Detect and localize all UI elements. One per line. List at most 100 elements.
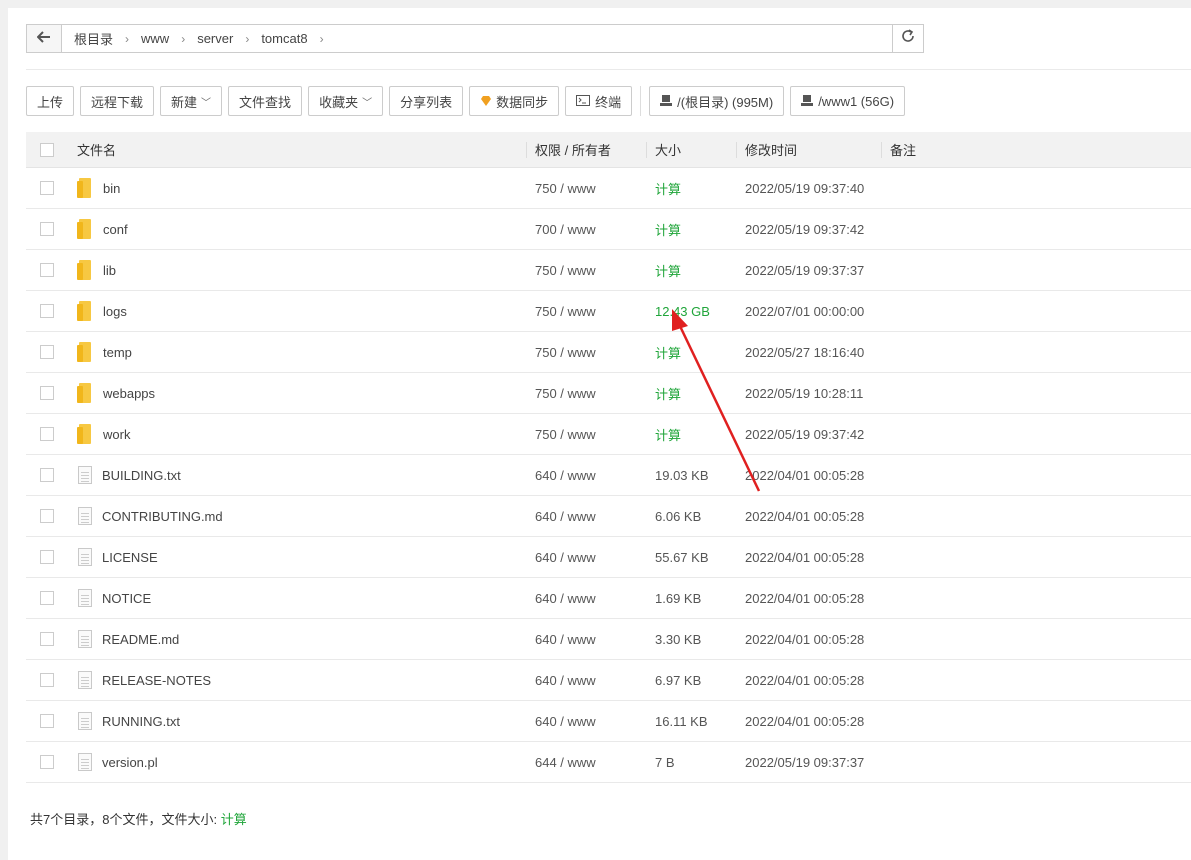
table-row[interactable]: logs 750 / www 12.43 GB 2022/07/01 00:00:00 — [26, 291, 1191, 332]
chevron-right-icon: › — [245, 31, 250, 46]
table-row[interactable]: RELEASE-NOTES 640 / www 6.97 KB 2022/04/01 … — [26, 660, 1191, 701]
file-name[interactable]: lib — [103, 263, 116, 278]
file-perm[interactable]: 640 / www — [526, 550, 646, 565]
file-size[interactable]: 计算 — [646, 343, 736, 362]
file-perm[interactable]: 750 / www — [526, 386, 646, 401]
favorites-dropdown-button[interactable]: 收藏夹 ﹀ — [308, 86, 384, 116]
file-size[interactable]: 计算 — [646, 220, 736, 239]
file-name[interactable]: NOTICE — [102, 591, 151, 606]
file-size[interactable]: 计算 — [646, 179, 736, 198]
file-name[interactable]: logs — [103, 304, 127, 319]
row-checkbox[interactable] — [40, 263, 54, 277]
table-row[interactable]: webapps 750 / www 计算 2022/05/19 10:28:11 — [26, 373, 1191, 414]
table-row[interactable]: RUNNING.txt 640 / www 16.11 KB 2022/04/01 0… — [26, 701, 1191, 742]
breadcrumb-server[interactable]: server — [193, 31, 237, 46]
file-perm[interactable]: 640 / www — [526, 632, 646, 647]
row-checkbox[interactable] — [40, 468, 54, 482]
file-perm[interactable]: 750 / www — [526, 263, 646, 278]
row-checkbox[interactable] — [40, 550, 54, 564]
file-name[interactable]: LICENSE — [102, 550, 158, 565]
folder-icon — [77, 260, 93, 280]
row-checkbox[interactable] — [40, 591, 54, 605]
table-row[interactable]: NOTICE 640 / www 1.69 KB 2022/04/01 00:05:2… — [26, 578, 1191, 619]
file-perm[interactable]: 644 / www — [526, 755, 646, 770]
refresh-button[interactable] — [892, 25, 923, 52]
column-divider — [526, 142, 527, 158]
new-dropdown-button[interactable]: 新建 ﹀ — [160, 86, 223, 116]
folder-icon — [77, 342, 93, 362]
file-search-button[interactable]: 文件查找 — [228, 86, 303, 116]
row-checkbox[interactable] — [40, 714, 54, 728]
file-perm[interactable]: 640 / www — [526, 509, 646, 524]
row-checkbox[interactable] — [40, 181, 54, 195]
file-name[interactable]: CONTRIBUTING.md — [102, 509, 223, 524]
file-name[interactable]: README.md — [102, 632, 179, 647]
file-size[interactable]: 计算 — [646, 261, 736, 280]
file-icon — [78, 753, 92, 771]
file-perm[interactable]: 750 / www — [526, 427, 646, 442]
table-row[interactable]: README.md 640 / www 3.30 KB 2022/04/01 00:0… — [26, 619, 1191, 660]
column-divider — [736, 142, 737, 158]
row-checkbox[interactable] — [40, 304, 54, 318]
file-size[interactable]: 计算 — [646, 425, 736, 444]
file-mtime: 2022/05/19 09:37:40 — [745, 180, 865, 196]
disk-www-button[interactable]: /www1 (56G) — [790, 86, 906, 116]
disk-root-button[interactable]: /(根目录) (995M) — [649, 86, 785, 116]
table-row[interactable]: bin 750 / www 计算 2022/05/19 09:37:40 — [26, 168, 1191, 209]
file-perm[interactable]: 750 / www — [526, 345, 646, 360]
file-name[interactable]: bin — [103, 181, 120, 196]
file-perm[interactable]: 700 / www — [526, 222, 646, 237]
file-icon — [78, 712, 92, 730]
table-row[interactable]: temp 750 / www 计算 2022/05/27 18:16:40 — [26, 332, 1191, 373]
table-row[interactable]: BUILDING.txt 640 / www 19.03 KB 2022/04/01 … — [26, 455, 1191, 496]
header-time[interactable]: 修改时间 — [736, 140, 881, 159]
file-perm[interactable]: 640 / www — [526, 673, 646, 688]
terminal-icon — [576, 94, 591, 109]
table-row[interactable]: lib 750 / www 计算 2022/05/19 09:37:37 — [26, 250, 1191, 291]
file-name[interactable]: version.pl — [102, 755, 158, 770]
terminal-button[interactable]: 终端 — [565, 86, 633, 116]
data-sync-button[interactable]: 数据同步 — [469, 86, 560, 116]
row-checkbox[interactable] — [40, 755, 54, 769]
upload-button[interactable]: 上传 — [26, 86, 75, 116]
table-row[interactable]: conf 700 / www 计算 2022/05/19 09:37:42 — [26, 209, 1191, 250]
breadcrumb-www[interactable]: www — [137, 31, 173, 46]
table-row[interactable]: CONTRIBUTING.md 640 / www 6.06 KB 2022/04/0… — [26, 496, 1191, 537]
file-size[interactable]: 12.43 GB — [646, 304, 736, 319]
file-name[interactable]: conf — [103, 222, 128, 237]
header-perm[interactable]: 权限 / 所有者 — [526, 140, 646, 159]
file-perm[interactable]: 640 / www — [526, 468, 646, 483]
file-perm[interactable]: 750 / www — [526, 181, 646, 196]
header-size[interactable]: 大小 — [646, 140, 736, 159]
breadcrumb-tomcat8[interactable]: tomcat8 — [257, 31, 311, 46]
table-row[interactable]: version.pl 644 / www 7 B 2022/05/19 09:37:3… — [26, 742, 1191, 783]
row-checkbox[interactable] — [40, 427, 54, 441]
row-checkbox[interactable] — [40, 673, 54, 687]
file-perm[interactable]: 640 / www — [526, 591, 646, 606]
file-size[interactable]: 计算 — [646, 384, 736, 403]
breadcrumb-root[interactable]: 根目录 — [70, 29, 117, 48]
header-name[interactable]: 文件名 — [68, 140, 526, 159]
file-name[interactable]: temp — [103, 345, 132, 360]
file-name[interactable]: BUILDING.txt — [102, 468, 181, 483]
select-all-checkbox[interactable] — [40, 142, 54, 157]
file-name[interactable]: webapps — [103, 386, 155, 401]
table-row[interactable]: work 750 / www 计算 2022/05/19 09:37:42 — [26, 414, 1191, 455]
footer-calc-link[interactable]: 计算 — [221, 812, 247, 827]
row-checkbox[interactable] — [40, 386, 54, 400]
file-name[interactable]: RUNNING.txt — [102, 714, 180, 729]
row-checkbox[interactable] — [40, 632, 54, 646]
table-row[interactable]: LICENSE 640 / www 55.67 KB 2022/04/01 00:05… — [26, 537, 1191, 578]
file-name[interactable]: RELEASE-NOTES — [102, 673, 211, 688]
file-mtime: 2022/05/27 18:16:40 — [745, 344, 865, 360]
back-button[interactable] — [27, 25, 62, 52]
row-checkbox[interactable] — [40, 222, 54, 236]
file-perm[interactable]: 640 / www — [526, 714, 646, 729]
remote-download-button[interactable]: 远程下载 — [80, 86, 155, 116]
row-checkbox[interactable] — [40, 345, 54, 359]
file-perm[interactable]: 750 / www — [526, 304, 646, 319]
chevron-right-icon: › — [181, 31, 186, 46]
share-list-button[interactable]: 分享列表 — [389, 86, 464, 116]
row-checkbox[interactable] — [40, 509, 54, 523]
file-name[interactable]: work — [103, 427, 130, 442]
